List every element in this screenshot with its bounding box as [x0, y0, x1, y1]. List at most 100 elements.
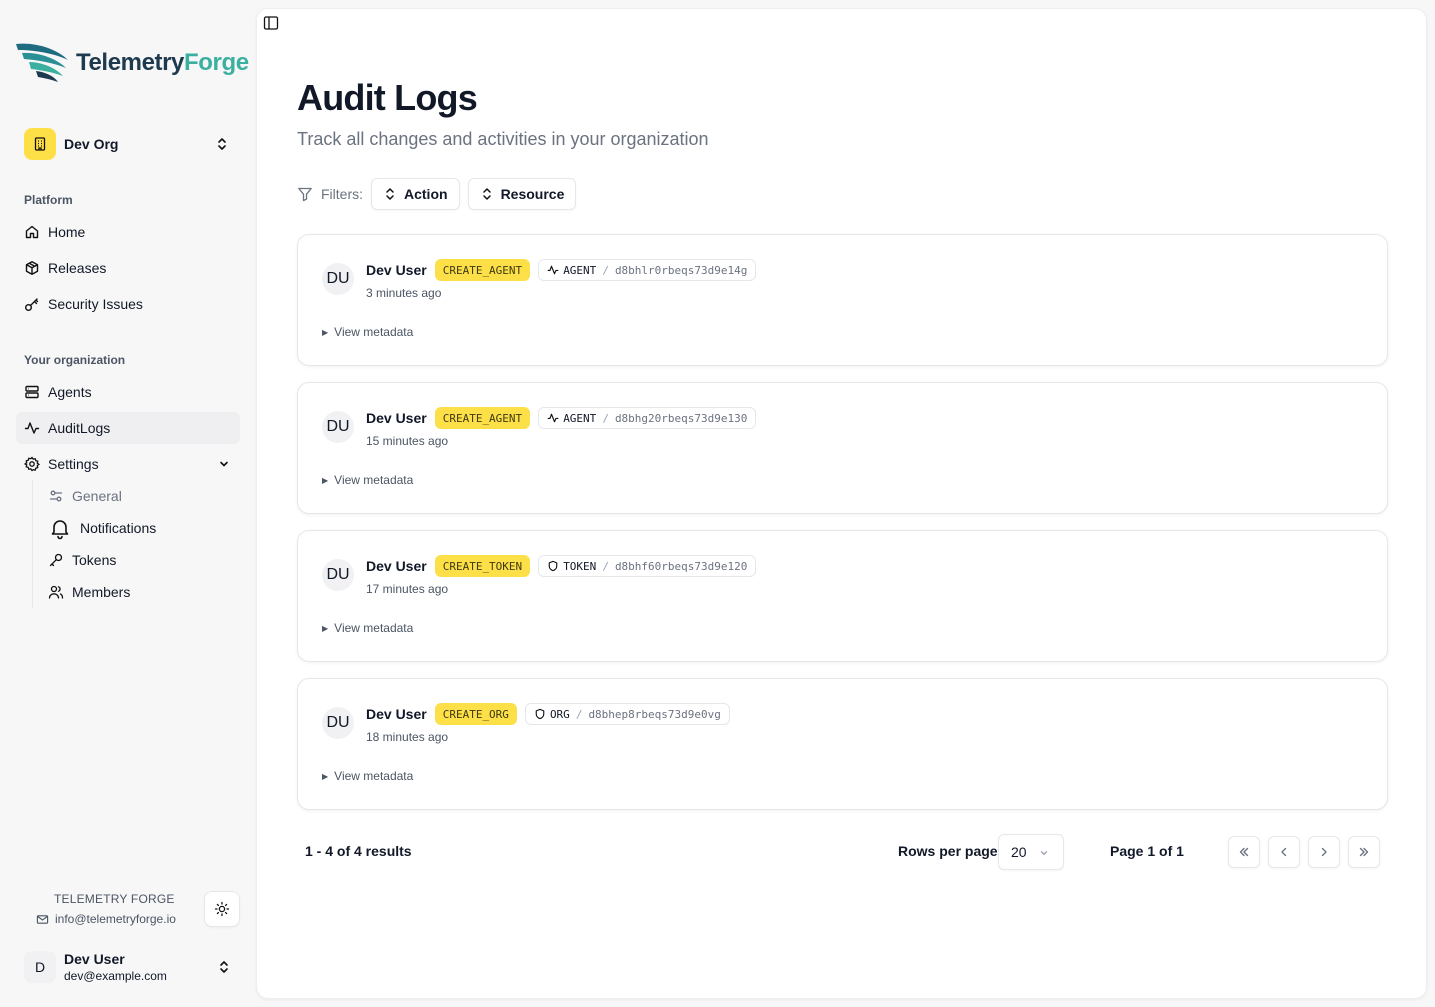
bell-icon: [48, 516, 72, 540]
sidebar-subitem-label: Tokens: [72, 552, 117, 568]
sidebar-subitem-label: Notifications: [80, 520, 157, 536]
chevron-down-icon: [220, 461, 228, 467]
resource-separator: /: [602, 263, 609, 277]
footer-email[interactable]: info@telemetryforge.io: [36, 912, 176, 926]
avatar: DU: [322, 707, 354, 739]
wing-logo-icon: [16, 43, 68, 82]
resource-filter-button[interactable]: Resource: [467, 178, 577, 210]
resource-separator: /: [575, 707, 583, 721]
action-filter-label: Action: [404, 186, 448, 202]
sidebar-subitem-tokens[interactable]: Tokens: [48, 544, 116, 576]
gear-icon: [24, 456, 40, 472]
main-panel: Audit Logs Track all changes and activit…: [256, 8, 1427, 999]
action-badge: CREATE_ORG: [434, 703, 517, 725]
sidebar-item-settings[interactable]: Settings: [16, 448, 240, 480]
sidebar-item-label: AuditLogs: [48, 420, 111, 436]
resource-type: TOKEN: [563, 559, 597, 573]
sidebar-item-security-issues[interactable]: Security Issues: [16, 288, 240, 320]
activity-icon: [24, 420, 40, 436]
sidebar-item-releases[interactable]: Releases: [16, 252, 240, 284]
key-icon: [24, 296, 40, 312]
caret-right-icon: ▶: [322, 771, 329, 781]
resource-type: AGENT: [563, 263, 597, 277]
avatar: DU: [322, 411, 354, 443]
audit-log-card: DU Dev User CREATE_AGENT AGENT / d8bhg20…: [297, 382, 1388, 514]
action-badge: CREATE_AGENT: [434, 407, 531, 429]
caret-right-icon: ▶: [322, 327, 329, 337]
view-metadata-toggle[interactable]: ▶ View metadata: [322, 769, 413, 783]
first-page-button[interactable]: [1228, 836, 1260, 868]
previous-page-button[interactable]: [1268, 836, 1300, 868]
user-menu[interactable]: D Dev User dev@example.com: [24, 948, 240, 986]
sidebar-toggle-button[interactable]: [263, 15, 279, 31]
activity-icon: [547, 412, 559, 424]
action-filter-button[interactable]: Action: [371, 178, 460, 210]
home-icon: [24, 224, 40, 240]
users-icon: [48, 584, 64, 600]
last-page-button[interactable]: [1348, 836, 1380, 868]
chevron-right-icon: [1321, 847, 1327, 857]
sidebar-item-home[interactable]: Home: [16, 216, 240, 248]
sidebar-subitem-label: Members: [72, 584, 131, 600]
section-label-your-organization: Your organization: [24, 353, 126, 367]
chevron-down-icon: [1040, 851, 1048, 855]
chevron-left-icon: [1281, 847, 1287, 857]
sidebar: TelemetryForge Dev Org Platform Home Rel…: [0, 0, 256, 1007]
view-metadata-toggle[interactable]: ▶ View metadata: [322, 473, 413, 487]
view-metadata-toggle[interactable]: ▶ View metadata: [322, 621, 413, 635]
footer-email-text: info@telemetryforge.io: [55, 912, 176, 926]
resource-badge[interactable]: AGENT / d8bhg20rbeqs73d9e130: [538, 407, 757, 429]
avatar: DU: [322, 263, 354, 295]
resource-badge[interactable]: TOKEN / d8bhf60rbeqs73d9e120: [538, 555, 757, 577]
action-badge: CREATE_AGENT: [434, 259, 531, 281]
log-header: Dev User CREATE_TOKEN TOKEN / d8bhf60rbe…: [366, 555, 757, 577]
sidebar-subitem-label: General: [72, 488, 122, 504]
log-user: Dev User: [366, 706, 427, 722]
sidebar-subitem-members[interactable]: Members: [48, 576, 130, 608]
mail-icon: [36, 913, 49, 926]
resource-id: d8bhg20rbeqs73d9e130: [614, 411, 748, 425]
org-name: Dev Org: [64, 136, 119, 152]
brand-name: TelemetryForge: [76, 49, 249, 76]
caret-right-icon: ▶: [322, 623, 329, 633]
sidebar-subitem-notifications[interactable]: Notifications: [48, 512, 156, 544]
view-metadata-label: View metadata: [334, 473, 414, 487]
results-count: 1 - 4 of 4 results: [305, 843, 412, 859]
audit-log-card: DU Dev User CREATE_TOKEN TOKEN / d8bhf60…: [297, 530, 1388, 662]
sidebar-subitem-general[interactable]: General: [48, 480, 122, 512]
resource-separator: /: [602, 559, 609, 573]
user-email: dev@example.com: [64, 968, 167, 983]
chevrons-up-down-icon: [218, 138, 226, 150]
user-info: Dev User dev@example.com: [64, 951, 167, 984]
theme-toggle-button[interactable]: [204, 891, 240, 927]
brand-logo[interactable]: TelemetryForge: [16, 42, 249, 84]
chevrons-up-down-icon: [481, 187, 493, 201]
filters-bar: Filters: Action Resource: [297, 177, 584, 211]
avatar: DU: [322, 559, 354, 591]
log-timestamp: 15 minutes ago: [366, 434, 449, 448]
chevrons-up-down-icon: [384, 187, 396, 201]
panel-left-icon: [263, 16, 279, 30]
resource-separator: /: [602, 411, 609, 425]
audit-log-card: DU Dev User CREATE_ORG ORG / d8bhep8rbeq…: [297, 678, 1388, 810]
chevrons-up-down-icon: [220, 961, 228, 973]
sidebar-item-label: Releases: [48, 260, 107, 276]
view-metadata-toggle[interactable]: ▶ View metadata: [322, 325, 413, 339]
page-subtitle: Track all changes and activities in your…: [297, 129, 709, 149]
resource-badge[interactable]: AGENT / d8bhlr0rbeqs73d9e14g: [538, 259, 757, 281]
next-page-button[interactable]: [1308, 836, 1340, 868]
resource-badge[interactable]: ORG / d8bhep8rbeqs73d9e0vg: [524, 703, 730, 725]
org-switcher[interactable]: Dev Org: [16, 124, 240, 164]
log-user: Dev User: [366, 558, 427, 574]
sidebar-item-auditlogs[interactable]: AuditLogs: [16, 412, 240, 444]
sidebar-item-agents[interactable]: Agents: [16, 376, 240, 408]
shield-icon: [534, 708, 546, 720]
audit-log-card: DU Dev User CREATE_AGENT AGENT / d8bhlr0…: [297, 234, 1388, 366]
filters-label: Filters:: [297, 186, 363, 202]
avatar: D: [24, 951, 56, 983]
log-header: Dev User CREATE_AGENT AGENT / d8bhg20rbe…: [366, 407, 757, 429]
log-timestamp: 17 minutes ago: [366, 582, 449, 596]
rows-per-page-select[interactable]: 20: [998, 834, 1064, 870]
page-indicator: Page 1 of 1: [1110, 843, 1184, 859]
footer-brand: TELEMETRY FORGE: [54, 892, 175, 906]
